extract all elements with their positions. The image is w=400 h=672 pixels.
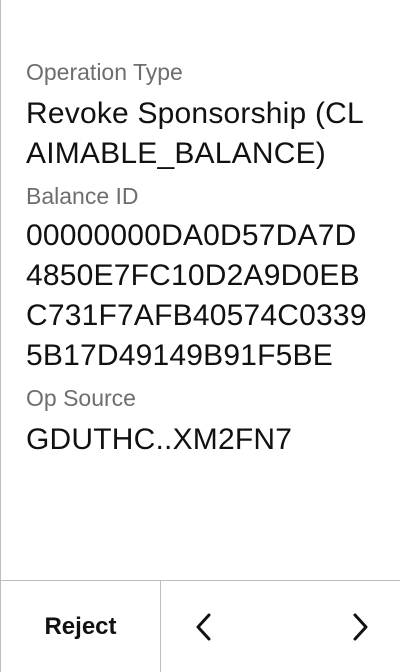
reject-button[interactable]: Reject [1, 581, 161, 672]
previous-button[interactable] [191, 611, 215, 643]
balance-id-value: 00000000DA0D57DA7D4850E7FC10D2A9D0EBC731… [26, 219, 367, 372]
operation-details: Operation Type Revoke Sponsorship (CLAIM… [26, 56, 376, 460]
balance-id-label: Balance ID [26, 183, 139, 209]
action-bar: Reject [1, 580, 400, 672]
operation-type-value: Revoke Sponsorship (CLAIMABLE_BALANCE) [26, 97, 364, 170]
op-source-value: GDUTHC..XM2FN7 [26, 423, 293, 456]
chevron-right-icon [353, 613, 368, 640]
chevron-left-icon [196, 613, 211, 640]
page-navigation [161, 581, 400, 672]
operation-type-label: Operation Type [26, 59, 183, 85]
review-screen: Operation Type Revoke Sponsorship (CLAIM… [0, 0, 400, 672]
next-button[interactable] [349, 611, 373, 643]
op-source-label: Op Source [26, 385, 136, 411]
